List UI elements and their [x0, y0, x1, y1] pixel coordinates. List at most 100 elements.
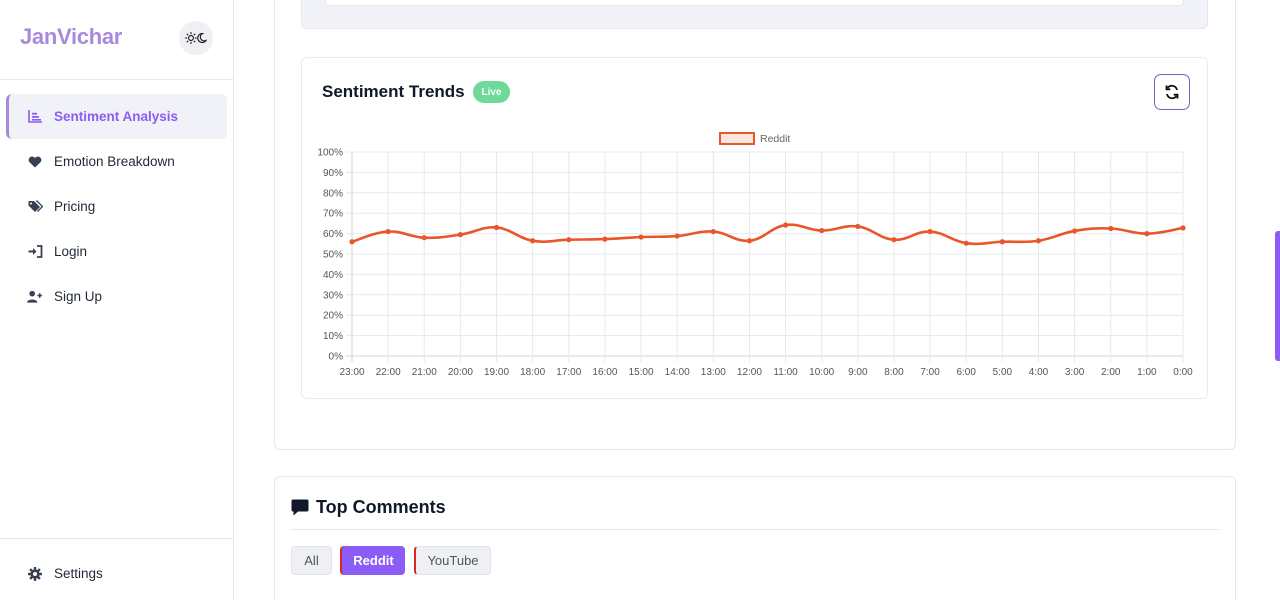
x-tick-label: 8:00: [884, 367, 904, 378]
data-point: [746, 238, 753, 244]
x-tick-label: 11:00: [773, 367, 798, 378]
tags-icon: [27, 199, 43, 215]
data-point: [819, 227, 825, 234]
data-point: [710, 228, 716, 235]
x-tick-label: 9:00: [848, 367, 868, 378]
tab-reddit[interactable]: Reddit: [340, 546, 405, 575]
sidebar-nav: Sentiment Analysis Emotion Breakdown Pri…: [6, 94, 227, 319]
data-point: [674, 233, 680, 239]
sidebar-divider-top: [0, 79, 234, 80]
data-point: [891, 237, 897, 243]
top-comments-card: [274, 476, 1236, 600]
data-point: [1072, 228, 1078, 234]
comment-icon: [291, 499, 309, 516]
legend-label: Reddit: [760, 133, 790, 145]
brand-logo[interactable]: JanVichar: [20, 24, 122, 50]
chart-title: Sentiment Trends: [322, 82, 465, 101]
bar-chart-icon: [27, 109, 43, 125]
refresh-button[interactable]: [1154, 74, 1190, 110]
x-tick-label: 5:00: [993, 367, 1013, 378]
data-point: [963, 240, 969, 246]
refresh-icon: [1165, 84, 1179, 100]
data-point: [1035, 238, 1042, 244]
data-point: [1108, 225, 1114, 232]
sentiment-trend-chart: 0% 10% 20% 30% 40% 50% 60% 70% 80% 90% 100% 23:00 22…: [317, 132, 1193, 378]
user-plus-icon: [27, 289, 43, 305]
data-point: [602, 236, 608, 242]
data-point: [1144, 231, 1150, 237]
x-tick-label: 6:00: [956, 367, 976, 378]
sidebar-item-label: Sign Up: [54, 289, 103, 304]
x-tick-label: 20:00: [448, 367, 473, 378]
data-point: [1180, 225, 1186, 231]
x-tick-label: 22:00: [376, 367, 401, 378]
x-tick-label: 10:00: [809, 367, 834, 378]
x-tick-label: 2:00: [1101, 367, 1121, 378]
x-tick-label: 0:00: [1173, 367, 1193, 378]
x-tick-label: 21:00: [412, 367, 437, 378]
sidebar-item-label: Pricing: [54, 199, 96, 214]
data-point: [566, 237, 572, 243]
sidebar-item-pricing[interactable]: Pricing: [6, 184, 227, 229]
x-tick-label: 16:00: [592, 367, 617, 378]
sun-moon-icon: [185, 31, 207, 45]
data-point: [638, 234, 644, 240]
y-tick-label: 70%: [323, 209, 343, 220]
legend-swatch: [719, 132, 755, 145]
gear-icon: [27, 566, 43, 582]
tab-all[interactable]: All: [291, 546, 332, 575]
top-comments-title: Top Comments: [316, 497, 446, 517]
sidebar-item-login[interactable]: Login: [6, 229, 227, 274]
y-tick-label: 40%: [323, 270, 343, 281]
x-tick-label: 17:00: [556, 367, 581, 378]
data-point: [927, 228, 933, 235]
live-badge: Live: [473, 81, 510, 103]
top-comments-heading: Top Comments: [291, 497, 446, 518]
tab-youtube[interactable]: YouTube: [414, 546, 491, 575]
data-point: [349, 239, 355, 245]
sign-in-icon: [27, 244, 43, 260]
y-tick-label: 20%: [323, 311, 343, 322]
sidebar-item-label: Emotion Breakdown: [54, 154, 175, 169]
page-scrollbar-thumb[interactable]: [1275, 231, 1280, 361]
x-tick-label: 14:00: [665, 367, 690, 378]
y-tick-label: 60%: [323, 229, 343, 240]
x-tick-label: 15:00: [629, 367, 654, 378]
sidebar: JanVichar Sentiment Analysis Emotion Bre: [0, 0, 234, 600]
x-tick-label: 13:00: [701, 367, 726, 378]
data-point: [782, 222, 789, 228]
y-tick-label: 0%: [329, 352, 344, 363]
comments-divider: [291, 529, 1219, 530]
x-tick-label: 3:00: [1065, 367, 1085, 378]
sidebar-divider-bottom: [0, 538, 234, 539]
sidebar-item-label: Login: [54, 244, 88, 259]
data-point: [421, 235, 427, 241]
theme-toggle-button[interactable]: [179, 21, 213, 55]
x-tick-label: 19:00: [484, 367, 509, 378]
y-tick-label: 30%: [323, 290, 343, 301]
data-point: [855, 223, 861, 230]
y-tick-label: 100%: [317, 148, 343, 159]
sidebar-item-sentiment-analysis[interactable]: Sentiment Analysis: [6, 94, 227, 139]
settings-area: Settings: [6, 551, 227, 596]
sidebar-item-sign-up[interactable]: Sign Up: [6, 274, 227, 319]
y-tick-label: 90%: [323, 168, 343, 179]
data-point: [457, 232, 463, 238]
data-point: [493, 224, 500, 231]
x-tick-label: 4:00: [1029, 367, 1049, 378]
sidebar-item-emotion-breakdown[interactable]: Emotion Breakdown: [6, 139, 227, 184]
x-tick-label: 7:00: [920, 367, 940, 378]
data-point: [385, 228, 391, 235]
previous-panel-inner: [325, 0, 1184, 6]
sidebar-item-label: Settings: [54, 566, 103, 581]
data-point: [530, 238, 536, 244]
data-point: [999, 239, 1005, 245]
x-tick-label: 1:00: [1137, 367, 1157, 378]
y-tick-label: 50%: [323, 250, 343, 261]
sidebar-item-label: Sentiment Analysis: [54, 109, 179, 124]
sidebar-item-settings[interactable]: Settings: [6, 551, 227, 596]
x-tick-label: 23:00: [339, 367, 364, 378]
heart-icon: [27, 154, 43, 170]
x-tick-label: 18:00: [520, 367, 545, 378]
x-tick-label: 12:00: [737, 367, 762, 378]
